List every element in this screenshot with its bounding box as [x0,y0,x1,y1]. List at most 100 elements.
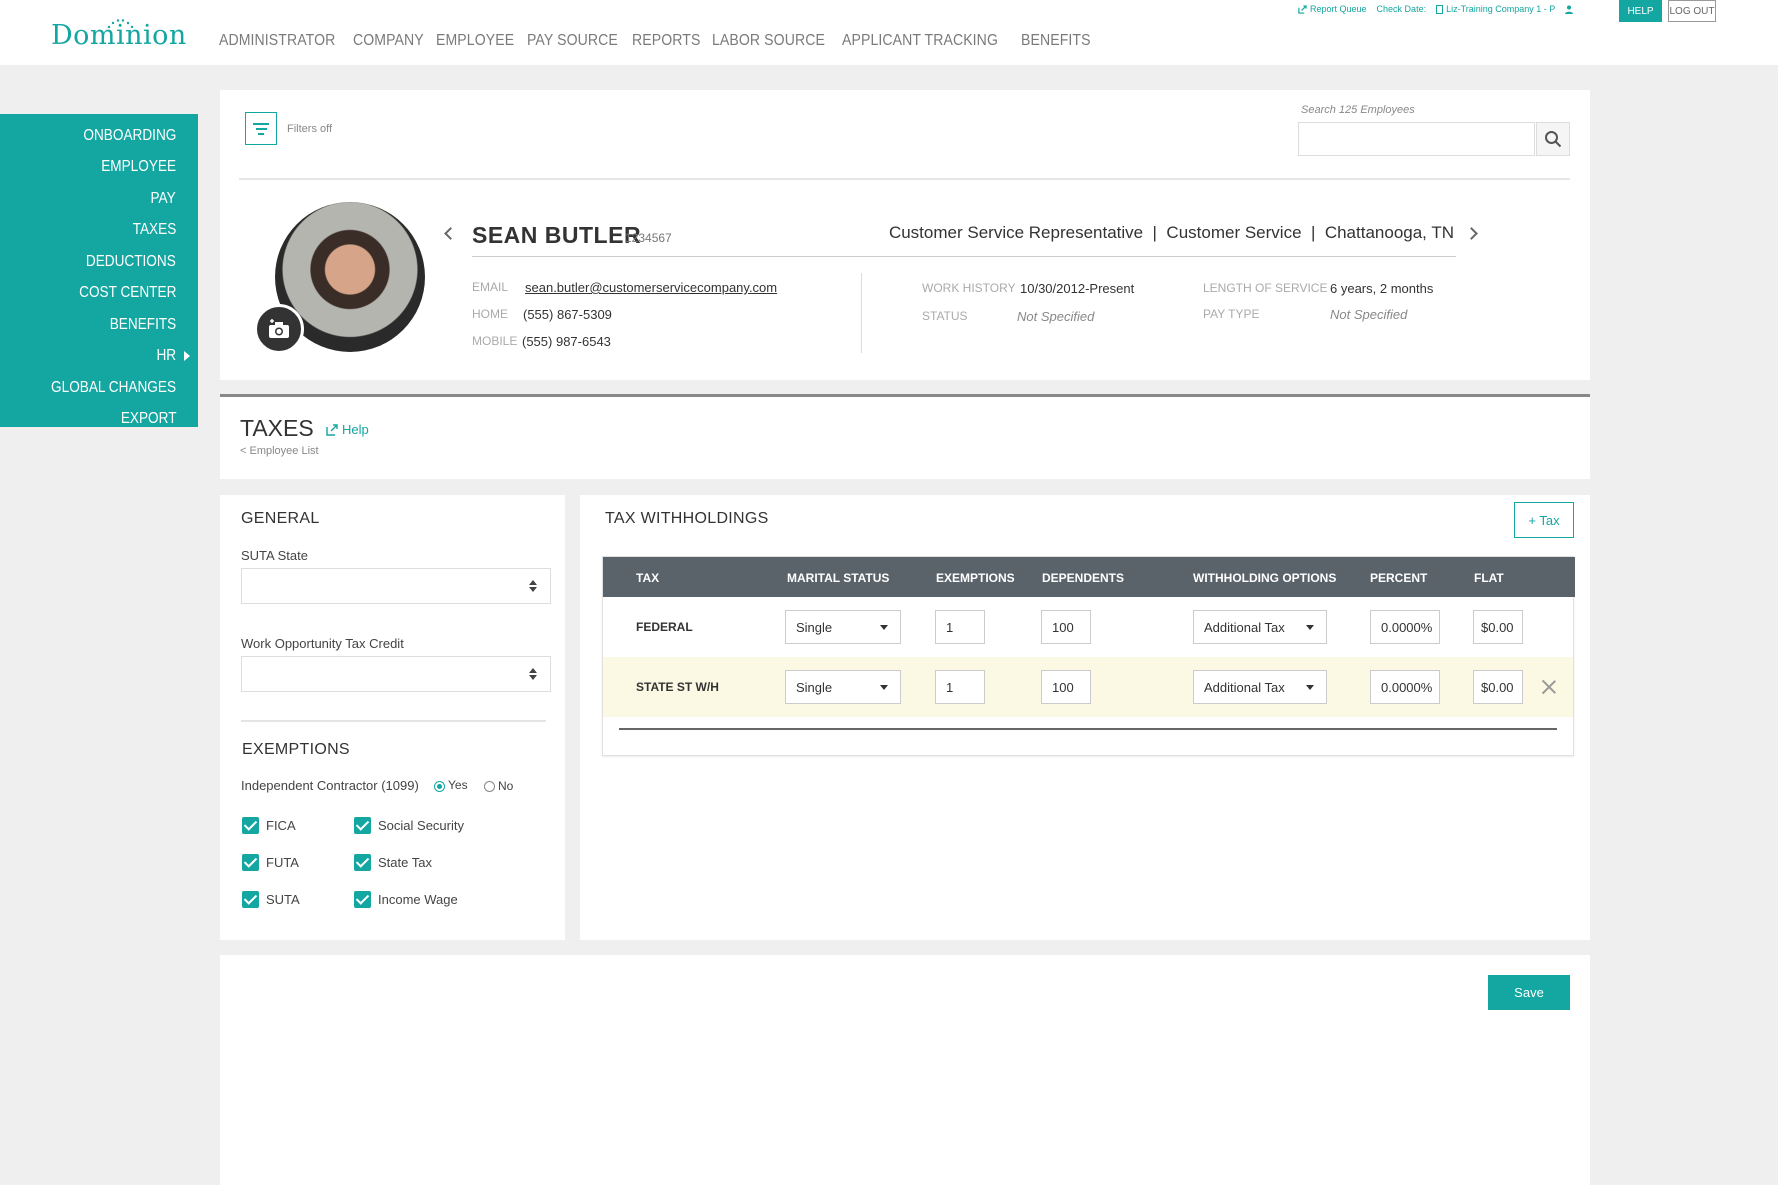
employee-profile-card: Filters off Search 125 Employees SEAN BU… [220,90,1590,380]
contractor-yes-label: Yes [448,778,468,792]
email-link[interactable]: sean.butler@customerservicecompany.com [525,280,777,295]
help-button[interactable]: HELP [1619,0,1662,22]
next-employee-icon[interactable] [1465,227,1478,240]
sidebar-item-cost-center[interactable]: COST CENTER [0,278,198,310]
column-header: EXEMPTIONS [936,571,1015,585]
flat-input[interactable]: $0.00 [1473,670,1523,704]
sidebar-item-label: DEDUCTIONS [86,252,176,270]
column-header: DEPENDENTS [1042,571,1125,585]
marital-status-select[interactable]: Single [785,610,901,644]
contractor-no-label: No [498,779,514,793]
logo-dots-icon [107,19,133,28]
wotc-label: Work Opportunity Tax Credit [241,636,404,651]
nav-labor-source[interactable]: LABOR SOURCE [712,32,825,50]
filter-button[interactable] [245,112,277,145]
social-security-label: Social Security [378,818,464,833]
taxes-header-card: TAXES Help < Employee List [220,394,1590,479]
column-header: WITHHOLDING OPTIONS [1193,571,1337,585]
search-input[interactable] [1298,122,1535,156]
save-card: Save [220,955,1590,1185]
futa-checkbox[interactable] [242,854,259,871]
sidebar-item-onboarding[interactable]: ONBOARDING [0,120,198,152]
sidebar-item-export[interactable]: EXPORT [0,404,198,436]
company-selector[interactable]: Liz-Training Company 1 - P [1436,4,1555,14]
fica-checkbox[interactable] [242,817,259,834]
suta-checkbox[interactable] [242,891,259,908]
contractor-label: Independent Contractor (1099) [241,778,419,793]
employee-name: SEAN BUTLER [472,222,642,248]
sidebar-item-benefits[interactable]: BENEFITS [0,309,198,341]
sidebar-item-deductions[interactable]: DEDUCTIONS [0,246,198,278]
sidebar-item-taxes[interactable]: TAXES [0,215,198,247]
breadcrumb[interactable]: < Employee List [240,445,319,457]
employee-role: Customer Service Representative | Custom… [888,223,1454,242]
change-photo-button[interactable] [254,304,304,354]
withholding-option-select[interactable]: Additional Tax [1193,610,1327,644]
wotc-select[interactable] [241,656,551,692]
mobile-phone: (555) 987-6543 [522,334,611,349]
income-wage-label: Income Wage [378,892,458,907]
work-history-value: 10/30/2012-Present [1020,281,1135,296]
sidebar-item-label: ONBOARDING [83,126,176,144]
user-menu[interactable] [1565,4,1574,14]
column-header: PERCENT [1370,571,1428,585]
check-date-link[interactable]: Check Date: [1377,4,1427,14]
sidebar-item-pay[interactable]: PAY [0,183,198,215]
nav-applicant-tracking[interactable]: APPLICANT TRACKING [842,32,998,50]
nav-administrator[interactable]: ADMINISTRATOR [219,32,335,50]
nav-company[interactable]: COMPANY [353,32,424,50]
sidebar-item-hr[interactable]: HR [0,341,198,373]
nav-employee[interactable]: EMPLOYEE [436,32,514,50]
suta-state-select[interactable] [241,568,551,604]
flat-input[interactable]: $0.00 [1473,610,1523,644]
withholding-option-select[interactable]: Additional Tax [1193,670,1327,704]
exemptions-input[interactable]: 1 [935,610,985,644]
search-button[interactable] [1536,122,1570,156]
sidebar-item-label: EMPLOYEE [101,158,176,176]
save-button[interactable]: Save [1488,975,1570,1010]
camera-icon [269,319,289,338]
tax-name: STATE ST W/H [636,680,719,694]
state-tax-checkbox[interactable] [354,854,371,871]
caret-down-icon [880,625,888,630]
add-tax-button[interactable]: + Tax [1514,502,1574,538]
nav-benefits[interactable]: BENEFITS [1021,32,1091,50]
table-row: STATE ST W/H Single 1 100 Additional Tax… [603,657,1573,717]
contractor-yes-radio[interactable] [434,781,445,792]
percent-input[interactable]: 0.0000% [1370,610,1440,644]
help-link[interactable]: Help [326,422,369,437]
sidebar-item-global-changes[interactable]: GLOBAL CHANGES [0,372,198,404]
dependents-input[interactable]: 100 [1041,610,1091,644]
sort-arrows-icon [529,668,537,680]
marital-status-select[interactable]: Single [785,670,901,704]
external-link-icon [1298,4,1307,14]
income-wage-checkbox[interactable] [354,891,371,908]
dependents-input[interactable]: 100 [1041,670,1091,704]
percent-input[interactable]: 0.0000% [1370,670,1440,704]
column-header: FLAT [1474,571,1504,585]
remove-row-icon[interactable] [1542,680,1556,694]
select-value: Additional Tax [1204,679,1285,695]
caret-down-icon [1306,625,1314,630]
column-header: MARITAL STATUS [787,571,890,585]
tax-name: FEDERAL [636,620,693,634]
length-of-service-value: 6 years, 2 months [1330,281,1434,296]
select-value: Additional Tax [1204,619,1285,635]
nav-pay-source[interactable]: PAY SOURCE [527,32,618,50]
logout-button[interactable]: LOG OUT [1668,0,1716,22]
sidebar-item-label: EXPORT [120,410,176,428]
contractor-no-radio[interactable] [484,781,495,792]
caret-down-icon [1306,685,1314,690]
previous-employee-icon[interactable] [444,227,457,240]
sidebar-item-employee[interactable]: EMPLOYEE [0,152,198,184]
nav-reports[interactable]: REPORTS [632,32,700,50]
social-security-checkbox[interactable] [354,817,371,834]
general-card: GENERAL SUTA State Work Opportunity Tax … [220,495,565,940]
report-queue-link[interactable]: Report Queue [1298,4,1367,14]
external-link-icon [326,423,338,436]
futa-label: FUTA [266,855,299,870]
caret-right-icon [184,351,190,362]
top-bar: Dominion ADMINISTRATOR COMPANY EMPLOYEE … [0,0,1778,65]
exemptions-input[interactable]: 1 [935,670,985,704]
divider [619,728,1557,730]
